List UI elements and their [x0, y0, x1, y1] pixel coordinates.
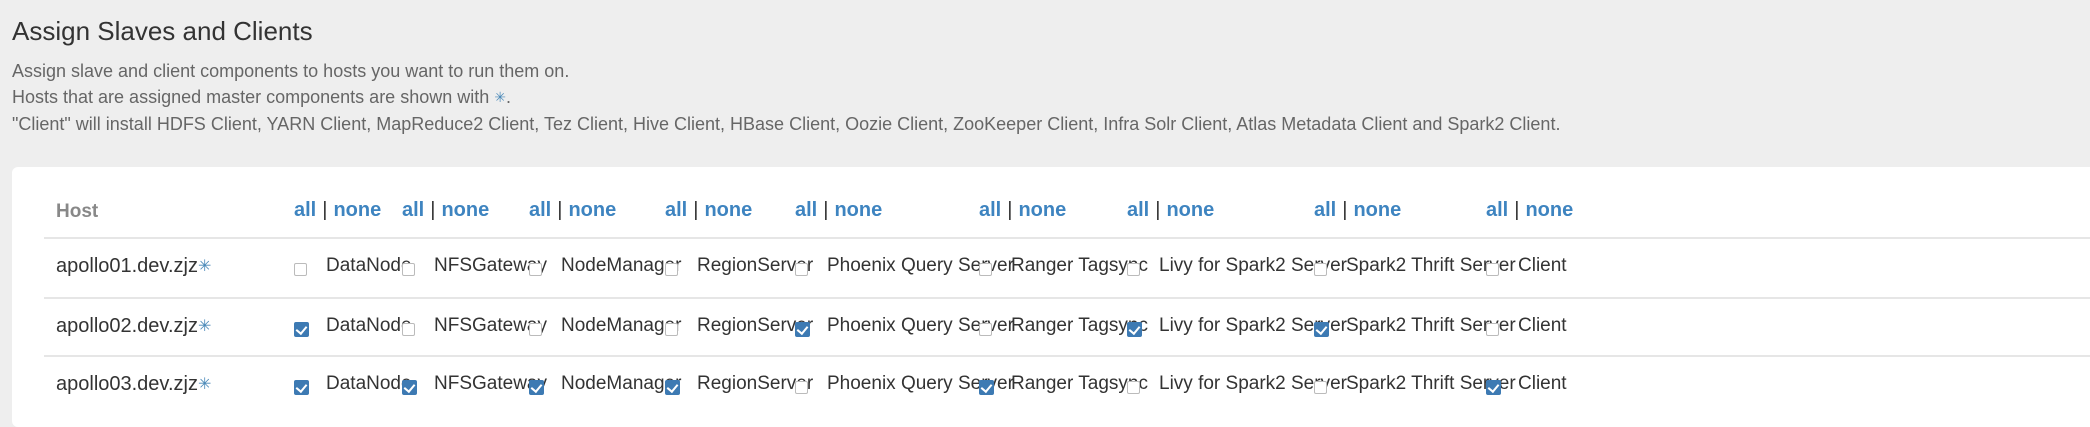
- link-separator: |: [823, 199, 829, 221]
- checkbox-label: DataNode: [326, 373, 412, 394]
- checkbox-regionserver[interactable]: [665, 263, 678, 276]
- select-links: all | none: [1127, 199, 1214, 222]
- checkbox-regionserver[interactable]: [665, 323, 678, 336]
- select-links: all | none: [1314, 199, 1401, 222]
- checkbox-phoenix-query-server[interactable]: [795, 381, 808, 394]
- host-name-text: apollo03.dev.zjz: [56, 373, 198, 395]
- select-none-link[interactable]: none: [704, 199, 752, 221]
- select-all-link[interactable]: all: [795, 199, 817, 221]
- page-description: Assign slave and client components to ho…: [12, 58, 1560, 137]
- description-line-3: "Client" will install HDFS Client, YARN …: [12, 114, 1561, 134]
- select-links: all | none: [979, 199, 1066, 222]
- checkbox-datanode[interactable]: [294, 263, 307, 276]
- select-none-link[interactable]: none: [1018, 199, 1066, 221]
- checkbox-livy-for-spark2-server[interactable]: [1127, 322, 1142, 337]
- checkbox-spark2-thrift-server[interactable]: [1314, 322, 1329, 337]
- checkbox-label: NodeManager: [561, 373, 682, 394]
- master-component-icon: ✳: [494, 89, 506, 105]
- link-separator: |: [1342, 199, 1348, 221]
- checkbox-label: Client: [1518, 315, 1567, 336]
- checkbox-datanode[interactable]: [294, 322, 309, 337]
- host-column-header: Host: [56, 201, 99, 222]
- select-all-link[interactable]: all: [1486, 199, 1508, 221]
- table-header-row: Host all | none all | none all | none all | none all…: [44, 187, 2090, 237]
- description-line-2-text: Hosts that are assigned master component…: [12, 87, 490, 107]
- checkbox-label: NodeManager: [561, 255, 682, 276]
- host-name-text: apollo02.dev.zjz: [56, 315, 198, 337]
- link-separator: |: [322, 199, 328, 221]
- checkbox-label: Client: [1518, 373, 1567, 394]
- select-all-link[interactable]: all: [979, 199, 1001, 221]
- checkbox-label: DataNode: [326, 315, 412, 336]
- checkbox-ranger-tagsync[interactable]: [979, 323, 992, 336]
- description-line-2: Hosts that are assigned master component…: [12, 84, 1560, 111]
- master-component-icon: ✳: [197, 318, 212, 335]
- select-all-link[interactable]: all: [665, 199, 687, 221]
- table-row: apollo03.dev.zjz✳ DataNode NFSGateway NodeM…: [44, 355, 2090, 415]
- master-component-icon: ✳: [197, 376, 212, 393]
- checkbox-livy-for-spark2-server[interactable]: [1127, 263, 1140, 276]
- select-links: all | none: [402, 199, 489, 222]
- select-all-link[interactable]: all: [1314, 199, 1336, 221]
- select-none-link[interactable]: none: [568, 199, 616, 221]
- link-separator: |: [1007, 199, 1013, 221]
- checkbox-label: NodeManager: [561, 315, 682, 336]
- checkbox-nfsgateway[interactable]: [402, 263, 415, 276]
- select-links: all | none: [665, 199, 752, 222]
- table-row: apollo02.dev.zjz✳ DataNode NFSGateway NodeM…: [44, 297, 2090, 357]
- checkbox-ranger-tagsync[interactable]: [979, 380, 994, 395]
- checkbox-nodemanager[interactable]: [529, 263, 542, 276]
- checkbox-label: DataNode: [326, 255, 412, 276]
- page-title: Assign Slaves and Clients: [12, 16, 313, 46]
- checkbox-label: Client: [1518, 255, 1567, 276]
- select-links: all | none: [795, 199, 882, 222]
- select-links: all | none: [1486, 199, 1573, 222]
- checkbox-nodemanager[interactable]: [529, 380, 544, 395]
- select-all-link[interactable]: all: [529, 199, 551, 221]
- link-separator: |: [693, 199, 699, 221]
- host-name-text: apollo01.dev.zjz: [56, 255, 198, 277]
- select-all-link[interactable]: all: [294, 199, 316, 221]
- link-separator: |: [1155, 199, 1161, 221]
- select-all-link[interactable]: all: [1127, 199, 1149, 221]
- link-separator: |: [557, 199, 563, 221]
- checkbox-nfsgateway[interactable]: [402, 380, 417, 395]
- checkbox-phoenix-query-server[interactable]: [795, 322, 810, 337]
- host-name: apollo02.dev.zjz✳: [56, 315, 211, 338]
- select-none-link[interactable]: none: [1353, 199, 1401, 221]
- link-separator: |: [430, 199, 436, 221]
- checkbox-regionserver[interactable]: [665, 380, 680, 395]
- assignment-panel: Host all | none all | none all | none all | none all…: [12, 167, 2090, 427]
- select-none-link[interactable]: none: [1525, 199, 1573, 221]
- checkbox-client[interactable]: [1486, 380, 1501, 395]
- checkbox-livy-for-spark2-server[interactable]: [1127, 381, 1140, 394]
- page-header: Assign Slaves and Clients: [12, 14, 313, 48]
- checkbox-client[interactable]: [1486, 263, 1499, 276]
- master-component-icon: ✳: [197, 258, 212, 275]
- host-name: apollo03.dev.zjz✳: [56, 373, 211, 396]
- link-separator: |: [1514, 199, 1520, 221]
- checkbox-phoenix-query-server[interactable]: [795, 263, 808, 276]
- checkbox-nfsgateway[interactable]: [402, 323, 415, 336]
- checkbox-spark2-thrift-server[interactable]: [1314, 381, 1327, 394]
- host-name: apollo01.dev.zjz✳: [56, 255, 211, 278]
- select-all-link[interactable]: all: [402, 199, 424, 221]
- description-line-2-suffix: .: [506, 87, 512, 107]
- checkbox-client[interactable]: [1486, 323, 1499, 336]
- select-none-link[interactable]: none: [834, 199, 882, 221]
- select-none-link[interactable]: none: [333, 199, 381, 221]
- checkbox-datanode[interactable]: [294, 380, 309, 395]
- table-row: apollo01.dev.zjz✳ DataNode NFSGateway NodeM…: [44, 237, 2090, 297]
- select-none-link[interactable]: none: [441, 199, 489, 221]
- select-links: all | none: [529, 199, 616, 222]
- select-links: all | none: [294, 199, 381, 222]
- select-none-link[interactable]: none: [1166, 199, 1214, 221]
- checkbox-spark2-thrift-server[interactable]: [1314, 263, 1327, 276]
- checkbox-ranger-tagsync[interactable]: [979, 263, 992, 276]
- description-line-1: Assign slave and client components to ho…: [12, 61, 570, 81]
- checkbox-nodemanager[interactable]: [529, 323, 542, 336]
